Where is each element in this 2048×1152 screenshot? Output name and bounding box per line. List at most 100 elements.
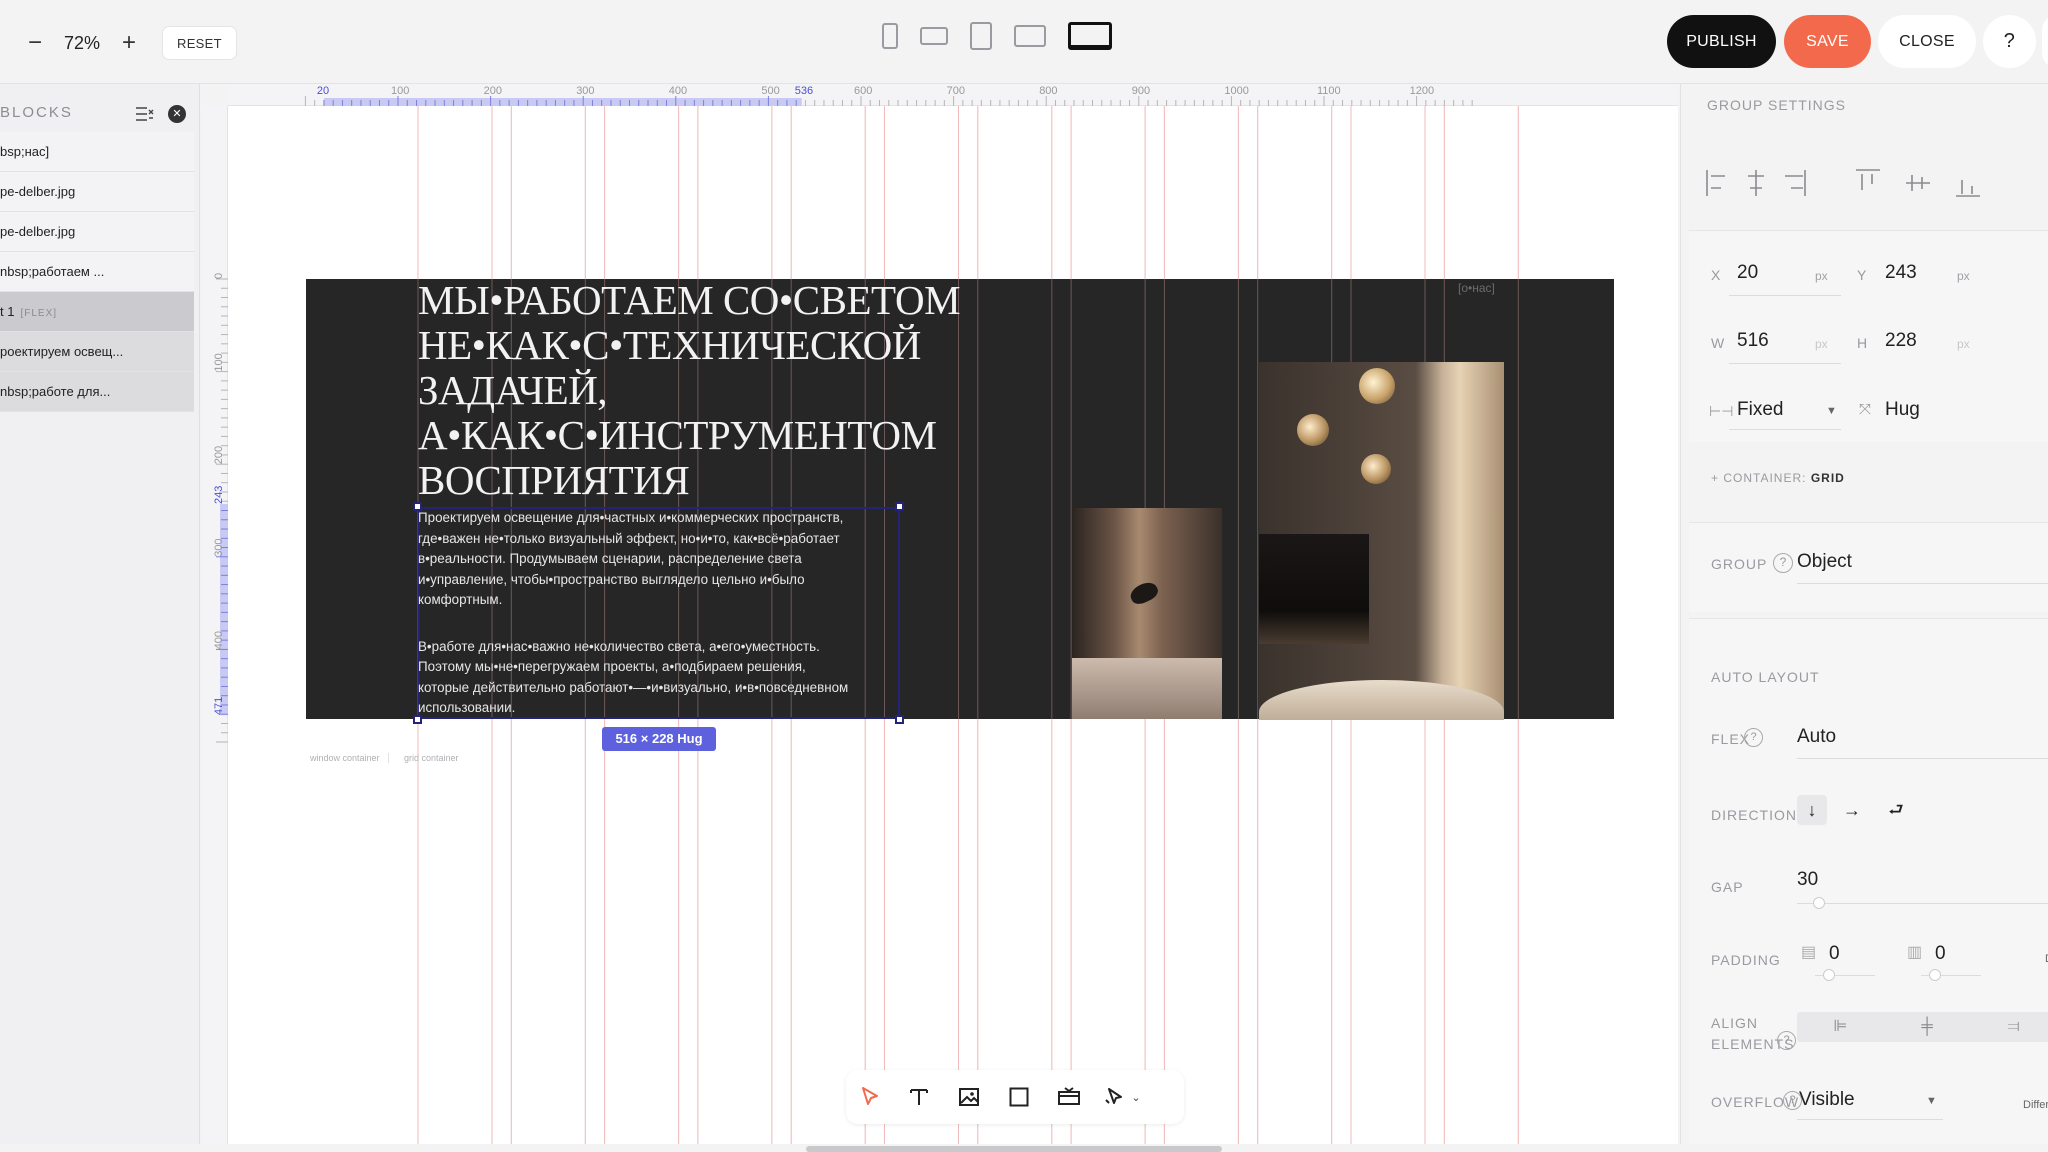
group-type-select[interactable]: Object [1797, 551, 1852, 573]
height-mode-select[interactable]: Hug [1885, 399, 1920, 421]
resize-handle[interactable] [895, 715, 904, 724]
pointer-icon[interactable] [846, 1085, 894, 1109]
align-center-icon[interactable]: ╪ [1884, 1012, 1971, 1042]
mobile-portrait-icon[interactable] [882, 23, 898, 49]
layer-item-label: pe-delber.jpg [0, 184, 76, 199]
extra-button[interactable] [2042, 15, 2048, 68]
close-panel-icon[interactable]: ✕ [168, 105, 186, 123]
alignment-icons [1706, 169, 1980, 197]
overflow-select[interactable]: Visible [1799, 1089, 1855, 1111]
top-toolbar: − 72% + RESET PUBLISH SAVE CLOSE ? [0, 0, 2048, 84]
layers-list: bsp;нас] pe-delber.jpg pe-delber.jpg nbsp;р… [0, 132, 194, 412]
padding-vertical-handle[interactable] [1823, 969, 1835, 981]
arrow-down-icon[interactable]: ↓ [1797, 795, 1827, 825]
window-container-label: window container [310, 753, 389, 763]
layer-item[interactable]: pe-delber.jpg [0, 172, 194, 212]
zoom-in-button[interactable]: + [122, 31, 136, 55]
layer-item[interactable]: nbsp;работе для... [0, 372, 194, 412]
mobile-landscape-icon[interactable] [920, 27, 948, 45]
interaction-icon[interactable]: ⌄ [1094, 1086, 1152, 1108]
tablet-portrait-icon[interactable] [970, 22, 992, 50]
y-unit: px [1957, 269, 1970, 283]
paragraph-1-line: в•реальности. Продумываем сценарии, расп… [418, 551, 802, 566]
h-input[interactable]: 228 [1885, 330, 1917, 352]
desktop-icon[interactable] [1068, 22, 1112, 50]
width-mode-select[interactable]: Fixed [1737, 399, 1783, 421]
image-icon[interactable] [944, 1086, 994, 1108]
arrow-right-icon[interactable]: → [1837, 795, 1867, 825]
text-icon[interactable] [894, 1086, 944, 1108]
position-size-card: X 20 px Y 243 px W 516 px H 228 px ⊢⊣ Fi… [1689, 230, 2048, 442]
ruler-label: 200 [484, 85, 502, 97]
paragraph-1: Проектируем освещение для•частных и•комм… [418, 508, 918, 611]
resize-handle[interactable] [895, 502, 904, 511]
list-settings-icon[interactable] [135, 106, 155, 127]
chevron-down-icon[interactable]: ▼ [1826, 405, 1837, 417]
ruler-label: 20 [317, 85, 329, 97]
align-left-icon[interactable]: ⊫ [1797, 1012, 1884, 1042]
bottom-tool-bar: ⌄ [846, 1070, 1184, 1124]
reset-zoom-button[interactable]: RESET [162, 26, 237, 60]
wrap-icon[interactable]: ⮐ [1881, 795, 1911, 825]
zoom-level: 72% [64, 32, 101, 53]
w-label: W [1711, 335, 1726, 351]
auto-layout-card: AUTO LAYOUT FLEX ? Auto DIRECTION ↓ → ⮐ … [1689, 618, 2048, 1144]
help-icon[interactable]: ? [1744, 728, 1763, 747]
kitchen-photo[interactable] [1072, 508, 1222, 719]
overflow-extra-label[interactable]: Differ [2023, 1099, 2048, 1111]
padding-vertical-icon: ▤ [1801, 944, 1817, 961]
close-button[interactable]: CLOSE [1878, 15, 1976, 68]
layer-item[interactable]: bsp;нас] [0, 132, 194, 172]
padding-vertical-input[interactable]: 0 [1829, 943, 1840, 965]
layer-item[interactable]: pe-delber.jpg [0, 212, 194, 252]
interior-photo[interactable] [1259, 362, 1504, 720]
height-mode-icon: ⤧ [1859, 401, 1872, 418]
width-mode-icon: ⊢⊣ [1709, 403, 1734, 419]
help-icon[interactable]: ? [1773, 553, 1793, 573]
layer-item-label: nbsp;работаем ... [0, 264, 105, 279]
gap-input[interactable]: 30 [1797, 869, 1818, 891]
block-icon[interactable] [1044, 1086, 1094, 1108]
ruler-label: 200 [213, 446, 225, 464]
padding-horizontal-input[interactable]: 0 [1935, 943, 1946, 965]
container-type[interactable]: + CONTAINER: GRID [1711, 471, 1845, 485]
heading-text[interactable]: МЫ•РАБОТАЕМ СО•СВЕТОМ НЕ•КАК•С•ТЕХНИЧЕСК… [418, 278, 1118, 503]
w-unit: px [1815, 337, 1828, 351]
zoom-out-button[interactable]: − [28, 31, 42, 55]
width-mode-underline [1729, 429, 1841, 430]
shape-icon[interactable] [994, 1086, 1044, 1108]
x-input[interactable]: 20 [1737, 262, 1758, 284]
help-button[interactable]: ? [1983, 15, 2036, 68]
ruler-selection-band [220, 504, 228, 716]
align-right-icon[interactable]: ⫤ [1970, 1012, 2048, 1042]
ruler-label: 900 [1132, 85, 1150, 97]
layer-item[interactable]: nbsp;работаем ... [0, 252, 194, 292]
help-icon[interactable]: ? [1777, 1031, 1796, 1050]
layer-item[interactable]: роектируем освещ... [0, 332, 194, 372]
publish-button[interactable]: PUBLISH [1667, 15, 1776, 68]
ruler-label: 0 [213, 273, 225, 279]
chevron-down-icon[interactable]: ▼ [1926, 1095, 1937, 1107]
editor-canvas[interactable]: МЫ•РАБОТАЕМ СО•СВЕТОМ НЕ•КАК•С•ТЕХНИЧЕСК… [228, 106, 1678, 1144]
flex-select[interactable]: Auto [1797, 726, 1836, 748]
resize-handle[interactable] [413, 502, 422, 511]
heading-line-1: МЫ•РАБОТАЕМ СО•СВЕТОМ [418, 277, 961, 323]
save-button[interactable]: SAVE [1784, 15, 1871, 68]
y-input[interactable]: 243 [1885, 262, 1917, 284]
canvas-scrollbar[interactable] [806, 1146, 1222, 1152]
padding-horizontal-handle[interactable] [1929, 969, 1941, 981]
blocks-panel-title: BLOCKS [0, 104, 73, 121]
group-card: GROUP ? Object [1689, 522, 2048, 612]
chevron-down-icon[interactable]: ⌄ [1131, 1091, 1140, 1104]
ruler-label: 1200 [1410, 85, 1434, 97]
tablet-landscape-icon[interactable] [1014, 25, 1046, 47]
layer-item[interactable]: t 1 [FLEX] [0, 292, 194, 332]
resize-handle[interactable] [413, 715, 422, 724]
gap-slider-handle[interactable] [1813, 897, 1825, 909]
grid-container-label: grid container [404, 753, 459, 763]
gap-label: GAP [1711, 879, 1744, 895]
ruler-label: 300 [576, 85, 594, 97]
body-text-group: Проектируем освещение для•частных и•комм… [418, 508, 918, 719]
y-label: Y [1857, 267, 1868, 283]
w-input[interactable]: 516 [1737, 330, 1769, 352]
